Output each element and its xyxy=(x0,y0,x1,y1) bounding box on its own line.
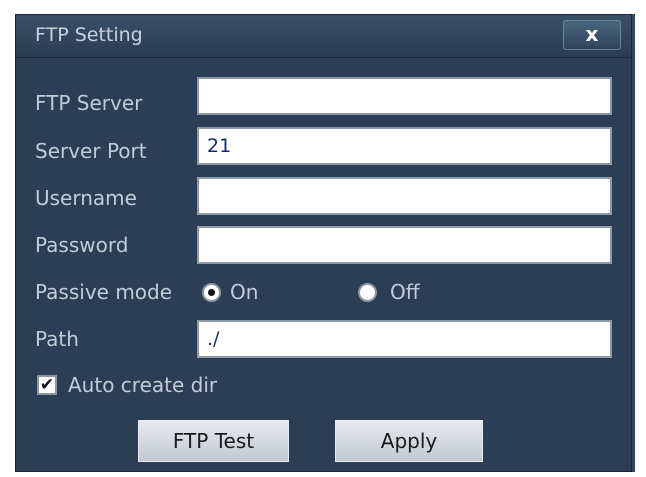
ftp-test-button[interactable]: FTP Test xyxy=(138,420,289,462)
ftp-server-input[interactable] xyxy=(197,77,612,115)
passive-mode-label: Passive mode xyxy=(35,280,173,304)
passive-off-label: Off xyxy=(390,280,420,304)
close-icon: x xyxy=(585,22,599,46)
background-window-edge xyxy=(632,14,635,472)
path-label: Path xyxy=(35,327,79,351)
checkmark-icon: ✔ xyxy=(39,375,55,395)
server-port-input[interactable] xyxy=(197,127,612,165)
auto-create-dir-label: Auto create dir xyxy=(68,373,218,397)
apply-button[interactable]: Apply xyxy=(335,420,483,462)
auto-create-dir-checkbox[interactable]: ✔ xyxy=(37,375,57,395)
username-label: Username xyxy=(35,186,137,210)
ftp-test-button-label: FTP Test xyxy=(172,429,255,453)
ftp-server-label: FTP Server xyxy=(35,91,143,115)
ftp-setting-dialog: FTP Setting x FTP Server Server Port Use… xyxy=(15,14,632,472)
dialog-title: FTP Setting xyxy=(35,24,143,46)
server-port-label: Server Port xyxy=(35,139,147,163)
apply-button-label: Apply xyxy=(380,429,438,453)
passive-off-radio[interactable] xyxy=(358,283,377,302)
title-bar: FTP Setting x xyxy=(16,15,631,58)
username-input[interactable] xyxy=(197,177,612,215)
passive-on-radio[interactable] xyxy=(202,283,221,302)
close-button[interactable]: x xyxy=(563,20,621,50)
path-input[interactable] xyxy=(197,320,612,358)
passive-on-label: On xyxy=(230,280,259,304)
password-input[interactable] xyxy=(197,226,612,264)
password-label: Password xyxy=(35,233,129,257)
